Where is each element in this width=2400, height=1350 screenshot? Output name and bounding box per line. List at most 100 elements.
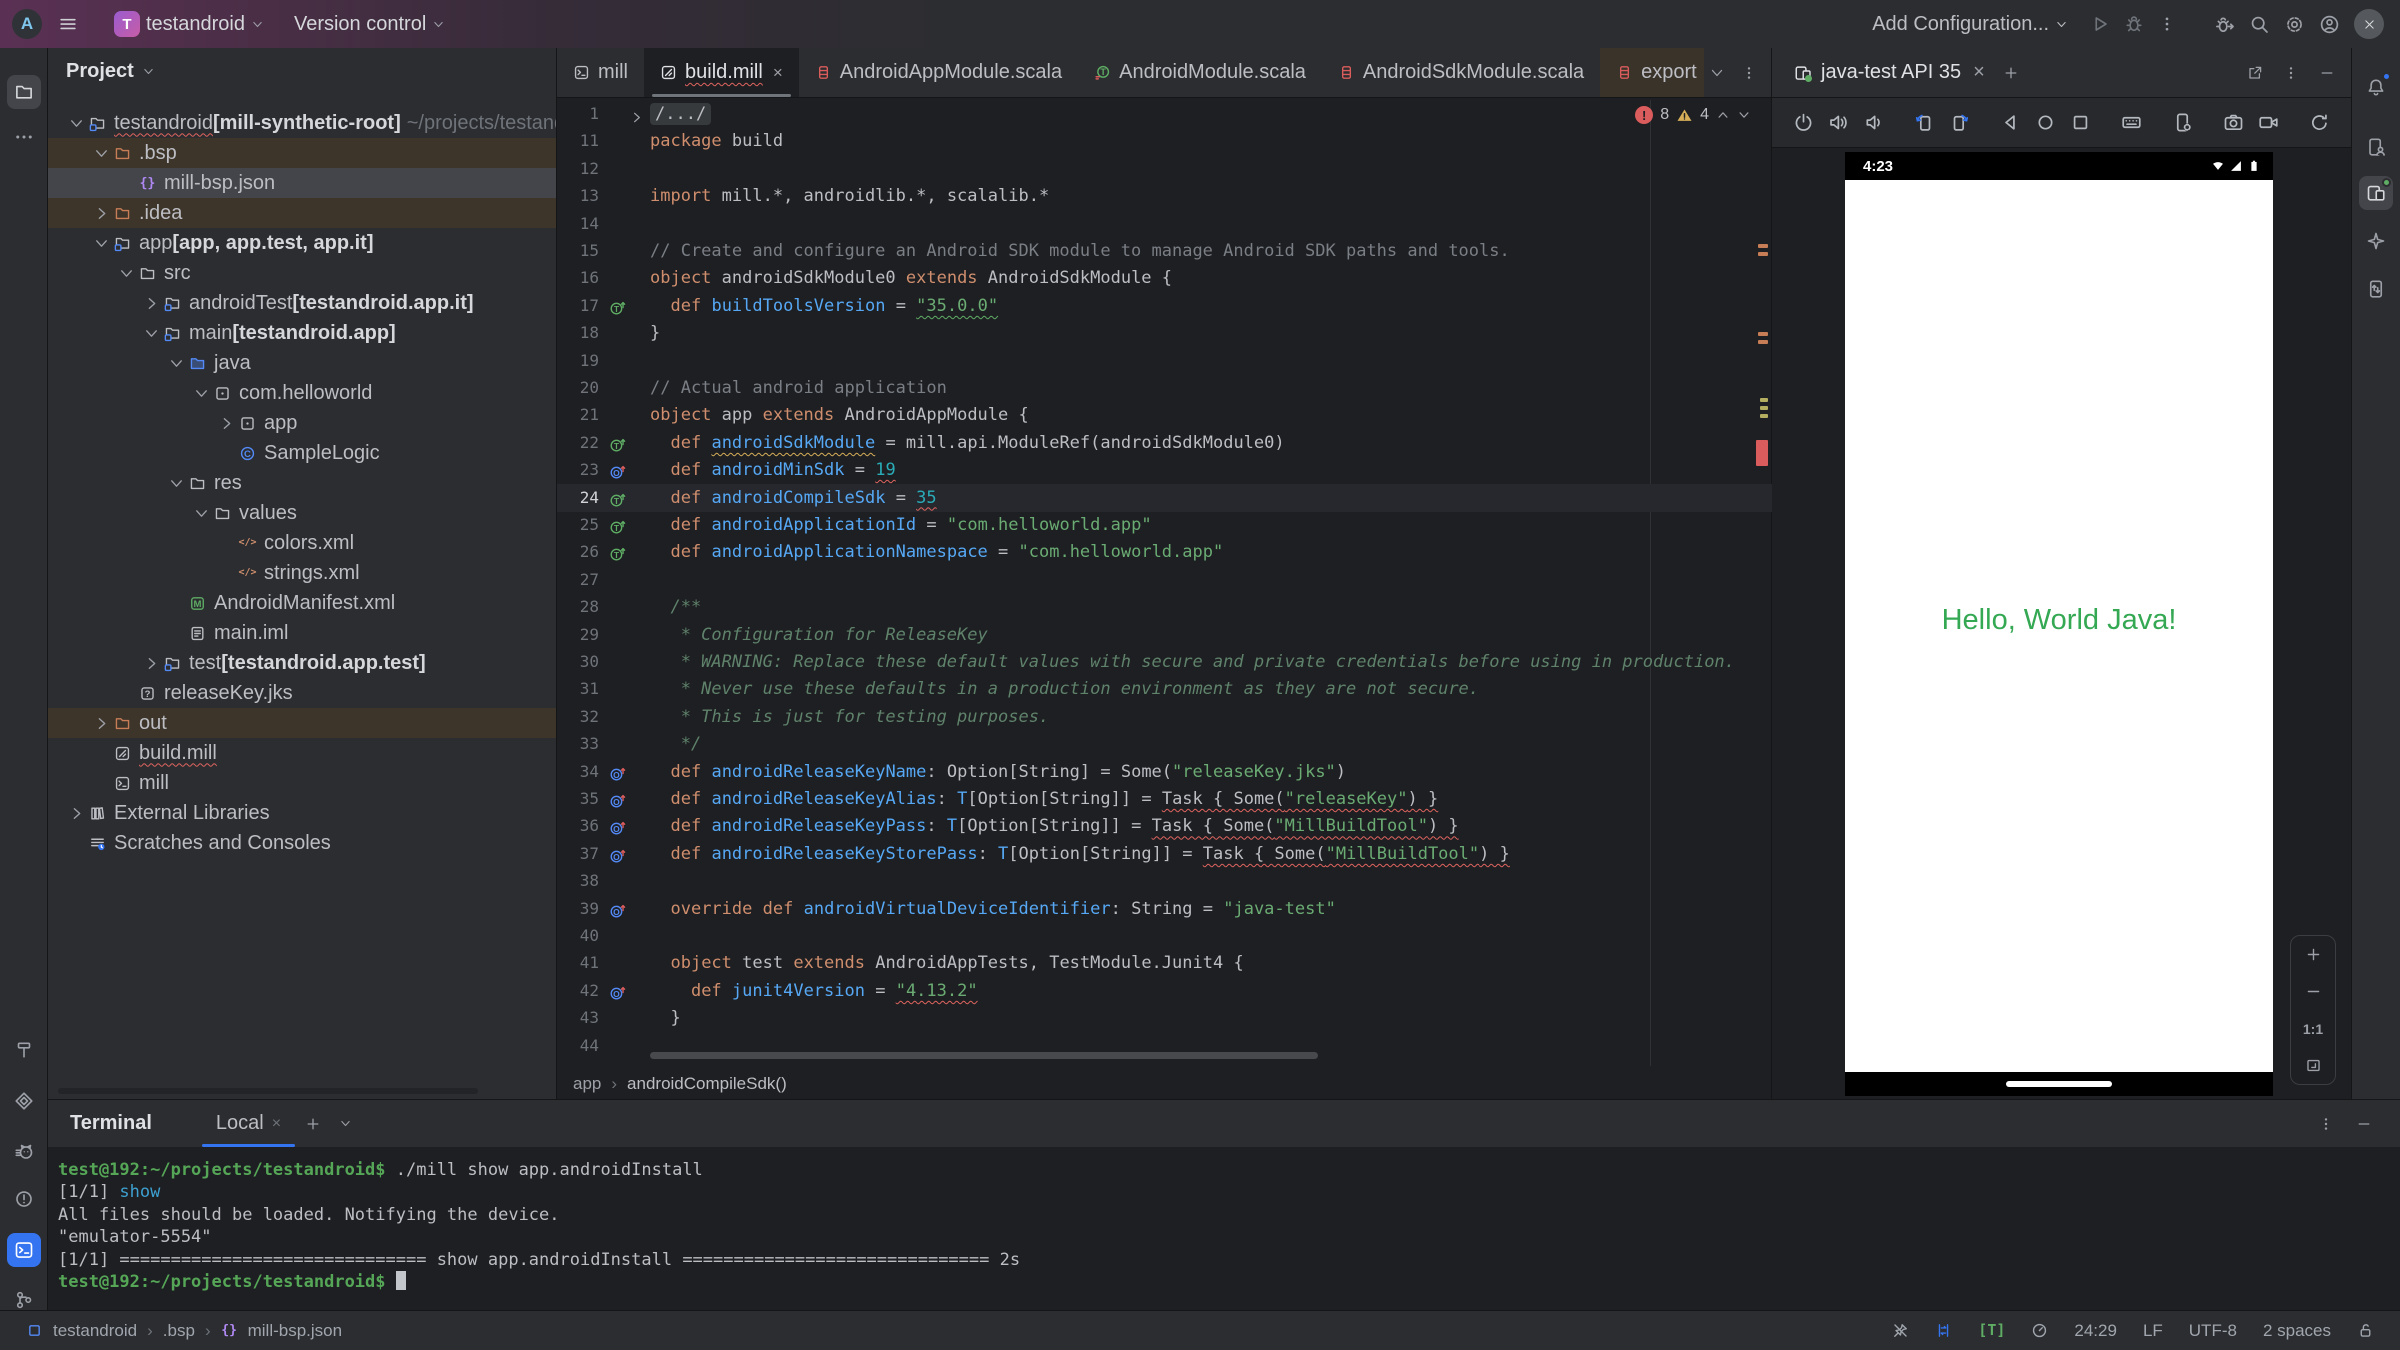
line-number[interactable]: 41 xyxy=(557,949,599,977)
line-number[interactable]: 17 xyxy=(557,292,599,320)
line-number[interactable]: 39 xyxy=(557,895,599,923)
chevron-right-icon[interactable] xyxy=(68,805,85,822)
tree-item-main.iml[interactable]: main.iml xyxy=(48,618,557,648)
editor-tab-export[interactable]: export xyxy=(1600,48,1704,97)
close-terminal-tab-icon[interactable]: × xyxy=(272,1115,281,1133)
breadcrumb-item[interactable]: testandroid xyxy=(53,1321,137,1341)
emulator-keyboard-icon[interactable] xyxy=(2121,112,2142,133)
line-number[interactable]: 28 xyxy=(557,593,599,621)
tool-strip-dependencies[interactable] xyxy=(7,1084,41,1118)
breadcrumb-item[interactable]: androidCompileSdk() xyxy=(627,1074,787,1094)
tool-strip-device-explorer[interactable] xyxy=(2359,272,2393,306)
vcs-widget[interactable]: Version control xyxy=(286,7,453,42)
line-number[interactable]: 29 xyxy=(557,621,599,649)
emulator-record-icon[interactable] xyxy=(2258,112,2279,133)
mill-override-gutter-icon[interactable]: O xyxy=(609,790,626,807)
settings-gear-icon[interactable] xyxy=(2284,14,2305,35)
emulator-back-icon[interactable] xyxy=(2000,112,2021,133)
line-number[interactable]: 40 xyxy=(557,922,599,950)
editor-tab-AndroidModule.scala[interactable]: TAndroidModule.scala xyxy=(1078,48,1322,97)
run-configuration-selector[interactable]: Add Configuration... xyxy=(1864,7,2076,42)
tab-options-icon[interactable] xyxy=(1741,65,1757,81)
tree-item-mill[interactable]: mill xyxy=(48,768,557,798)
editor-tab-AndroidSdkModule.scala[interactable]: AndroidSdkModule.scala xyxy=(1322,48,1600,97)
error-stripe[interactable] xyxy=(1755,100,1769,1066)
line-number[interactable]: 1 xyxy=(557,100,599,128)
line-number[interactable]: 27 xyxy=(557,566,599,594)
highlighting-pin-icon[interactable] xyxy=(1892,1322,1909,1339)
lock-icon[interactable] xyxy=(2357,1322,2374,1339)
editor-tab-AndroidAppModule.scala[interactable]: AndroidAppModule.scala xyxy=(799,48,1078,97)
close-device-tab-icon[interactable]: × xyxy=(1973,61,1985,84)
chevron-down-icon[interactable] xyxy=(118,265,135,282)
breadcrumb-item[interactable]: mill-bsp.json xyxy=(248,1321,342,1341)
mill-override-gutter-icon[interactable]: O xyxy=(609,982,626,999)
line-number[interactable]: 36 xyxy=(557,812,599,840)
tree-item-app[interactable]: app xyxy=(48,408,557,438)
tree-item-src[interactable]: src xyxy=(48,258,557,288)
mill-override-gutter-icon[interactable]: O xyxy=(609,817,626,834)
tree-item-.bsp[interactable]: .bsp xyxy=(48,138,557,168)
chevron-down-icon[interactable] xyxy=(68,115,85,132)
tree-item-mill-bsp.json[interactable]: {}mill-bsp.json xyxy=(48,168,557,198)
device-tab-label[interactable]: java-test API 35 xyxy=(1821,61,1961,84)
line-number[interactable]: 25 xyxy=(557,511,599,539)
new-terminal-icon[interactable] xyxy=(305,1116,321,1132)
emulator-power-icon[interactable] xyxy=(1793,112,1814,133)
tree-item-com.helloworld[interactable]: com.helloworld xyxy=(48,378,557,408)
line-number[interactable]: 11 xyxy=(557,127,599,155)
line-number[interactable]: 14 xyxy=(557,210,599,238)
project-panel-header[interactable]: Project xyxy=(66,60,155,83)
chevron-right-icon[interactable] xyxy=(143,295,160,312)
code-editor[interactable]: 1/.../11package build1213import mill.*, … xyxy=(557,100,1772,1066)
line-number[interactable]: 31 xyxy=(557,675,599,703)
zoom-in-icon[interactable] xyxy=(2305,946,2322,963)
line-number[interactable]: 16 xyxy=(557,264,599,292)
tool-strip-build[interactable] xyxy=(7,1033,41,1067)
app-screen[interactable]: Hello, World Java! xyxy=(1845,180,2273,1072)
chevron-right-icon[interactable] xyxy=(218,415,235,432)
emulator-reset-icon[interactable] xyxy=(2309,112,2330,133)
line-number[interactable]: 22 xyxy=(557,429,599,457)
emulator-phone-settings-icon[interactable] xyxy=(2172,112,2193,133)
line-ending-widget[interactable]: LF xyxy=(2143,1321,2163,1341)
tree-item-strings.xml[interactable]: </>strings.xml xyxy=(48,558,557,588)
line-number[interactable]: 44 xyxy=(557,1032,599,1060)
tree-item-Scratches and Consoles[interactable]: Scratches and Consoles xyxy=(48,828,557,858)
chevron-right-icon[interactable] xyxy=(143,655,160,672)
stripe-mark[interactable] xyxy=(1760,406,1768,410)
emulator-vol-up-icon[interactable] xyxy=(1828,112,1849,133)
stripe-mark[interactable] xyxy=(1758,244,1768,248)
chevron-right-icon[interactable] xyxy=(93,715,110,732)
mill-task-gutter-icon[interactable]: T xyxy=(609,434,626,451)
line-number[interactable]: 34 xyxy=(557,758,599,786)
terminal-output[interactable]: test@192:~/projects/testandroid$ ./mill … xyxy=(58,1159,1020,1293)
emulator-rot-right-icon[interactable] xyxy=(1949,112,1970,133)
stripe-mark[interactable] xyxy=(1760,398,1768,402)
stripe-mark[interactable] xyxy=(1758,332,1768,336)
tool-strip-mill[interactable] xyxy=(7,1135,41,1169)
tree-item-.idea[interactable]: .idea xyxy=(48,198,557,228)
line-number[interactable]: 30 xyxy=(557,648,599,676)
debug-icon[interactable] xyxy=(2124,14,2144,34)
tool-strip-notifications[interactable] xyxy=(2359,70,2393,104)
tree-item-AndroidManifest.xml[interactable]: MAndroidManifest.xml xyxy=(48,588,557,618)
bsp-sync-icon[interactable] xyxy=(1935,1322,1952,1339)
line-number[interactable]: 42 xyxy=(557,977,599,1005)
tree-item-values[interactable]: values xyxy=(48,498,557,528)
hidden-tabs-icon[interactable] xyxy=(1709,65,1725,81)
project-widget[interactable]: T testandroid xyxy=(106,5,272,43)
terminal-options-icon[interactable] xyxy=(2318,1116,2334,1132)
prev-problem-icon[interactable] xyxy=(1716,108,1730,122)
mill-task-gutter-icon[interactable]: T xyxy=(609,297,626,314)
tree-item-test[interactable]: test [testandroid.app.test] xyxy=(48,648,557,678)
line-number[interactable]: 20 xyxy=(557,374,599,402)
tool-strip-running-devices[interactable] xyxy=(2359,176,2393,210)
tree-item-colors.xml[interactable]: </>colors.xml xyxy=(48,528,557,558)
line-number[interactable]: 18 xyxy=(557,319,599,347)
line-number[interactable]: 33 xyxy=(557,730,599,758)
terminal-tab-local[interactable]: Local × xyxy=(210,1100,287,1147)
mill-task-status-icon[interactable]: [T] xyxy=(1978,1323,2005,1338)
tree-item-out[interactable]: out xyxy=(48,708,557,738)
line-number[interactable]: 37 xyxy=(557,840,599,868)
